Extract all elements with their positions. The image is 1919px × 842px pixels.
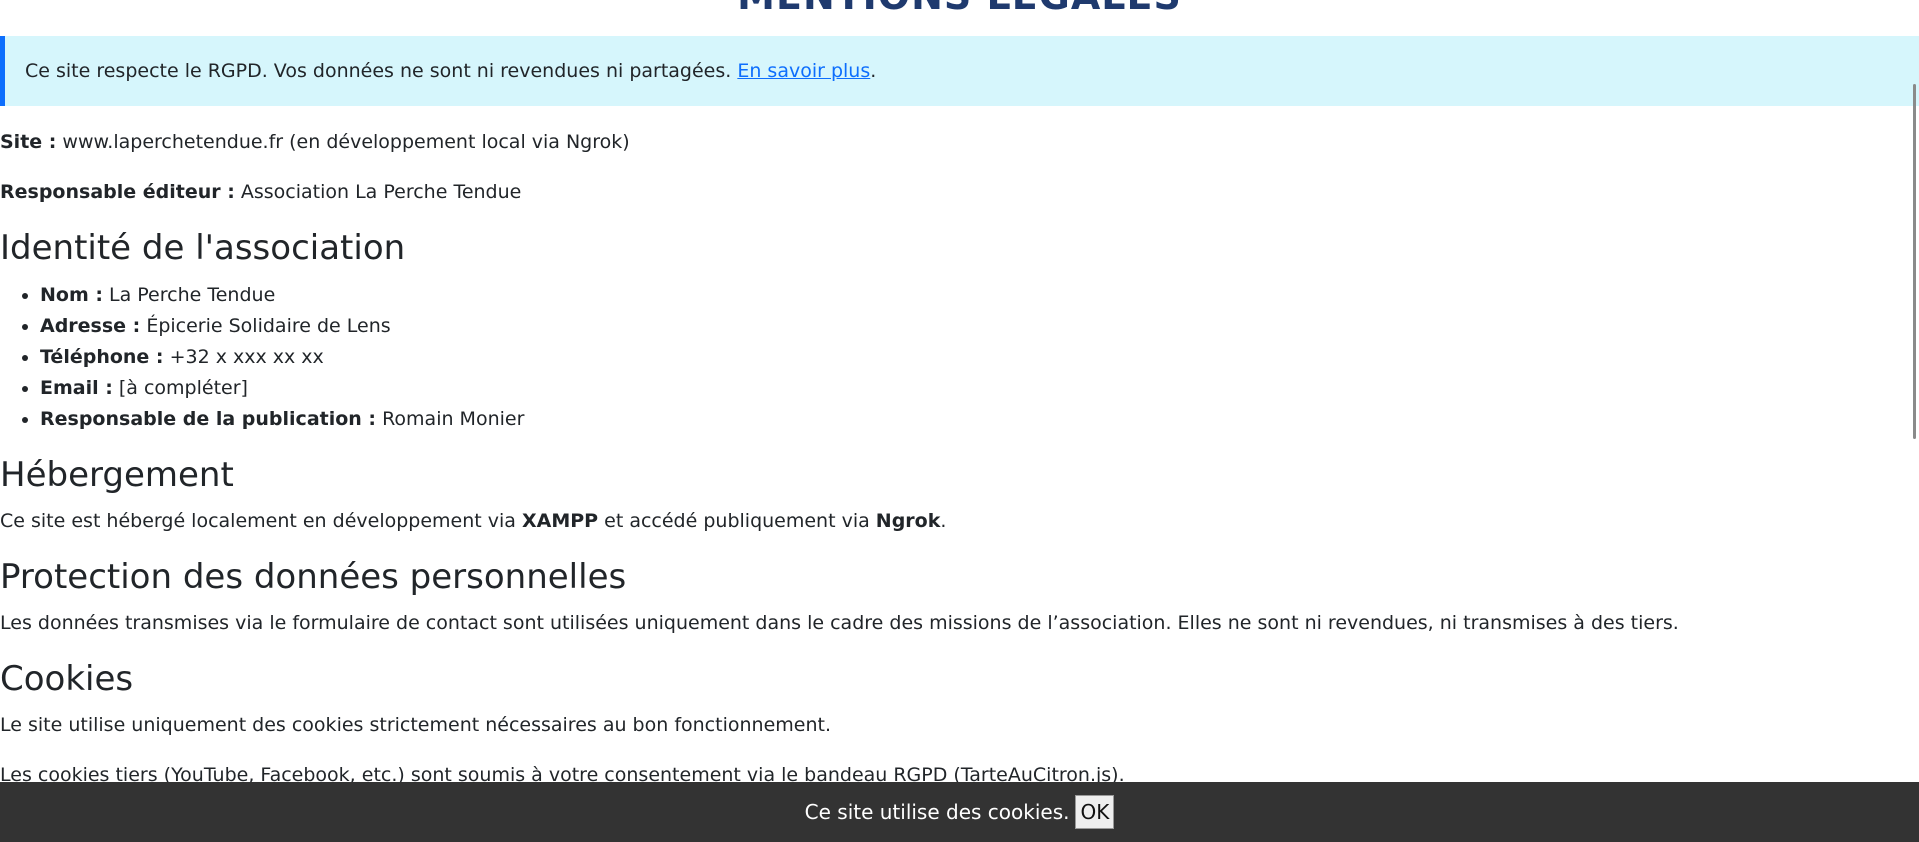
cookie-ok-button[interactable]: OK	[1075, 795, 1115, 829]
cookie-bar-text: Ce site utilise des cookies.	[804, 800, 1070, 824]
list-item-label: Nom :	[40, 284, 103, 306]
identity-heading: Identité de l'association	[0, 228, 406, 268]
rgpd-info-banner: Ce site respecte le RGPD. Vos données ne…	[0, 36, 1919, 106]
list-item-value: La Perche Tendue	[102, 284, 276, 306]
list-item-value: +32 x xxx xx xx	[163, 346, 324, 368]
rgpd-banner-suffix: .	[870, 60, 877, 82]
list-item-name: Nom : La Perche Tendue	[40, 280, 524, 311]
hosting-text-middle: et accédé publiquement via	[598, 510, 876, 532]
scrollbar-thumb[interactable]	[1913, 84, 1916, 439]
cookies-text-essential: Le site utilise uniquement des cookies s…	[0, 714, 831, 736]
list-item-phone: Téléphone : +32 x xxx xx xx	[40, 342, 524, 373]
hosting-text: Ce site est hébergé localement en dévelo…	[0, 508, 946, 534]
list-item-publisher: Responsable de la publication : Romain M…	[40, 404, 524, 435]
page-scrollbar[interactable]	[1910, 36, 1919, 842]
editor-value: Association La Perche Tendue	[234, 181, 522, 203]
list-item-label: Adresse :	[40, 315, 141, 337]
site-label: Site :	[0, 131, 57, 153]
cookies-heading: Cookies	[0, 659, 134, 699]
learn-more-link[interactable]: En savoir plus	[737, 60, 870, 82]
site-line: Site : www.laperchetendue.fr (en dévelop…	[0, 129, 630, 155]
page: MENTIONS LÉGALES Ce site respecte le RGP…	[0, 0, 1919, 842]
list-item-email: Email : [à compléter]	[40, 373, 524, 404]
rgpd-banner-text: Ce site respecte le RGPD. Vos données ne…	[25, 60, 738, 82]
list-item-label: Téléphone :	[40, 346, 164, 368]
editor-line: Responsable éditeur : Association La Per…	[0, 179, 521, 205]
list-item-label: Responsable de la publication :	[40, 408, 377, 430]
site-value: www.laperchetendue.fr (en développement …	[56, 131, 630, 153]
hosting-xampp: XAMPP	[521, 510, 599, 532]
list-item-value: Romain Monier	[376, 408, 525, 430]
list-item-value: [à compléter]	[112, 377, 248, 399]
list-item-address: Adresse : Épicerie Solidaire de Lens	[40, 311, 524, 342]
list-item-label: Email :	[40, 377, 113, 399]
identity-list: Nom : La Perche Tendue Adresse : Épiceri…	[0, 280, 524, 435]
hosting-text-before: Ce site est hébergé localement en dévelo…	[0, 510, 522, 532]
list-item-value: Épicerie Solidaire de Lens	[140, 315, 391, 337]
hosting-ngrok: Ngrok	[875, 510, 941, 532]
data-protection-heading: Protection des données personnelles	[0, 557, 627, 597]
editor-label: Responsable éditeur :	[0, 181, 235, 203]
page-title: MENTIONS LÉGALES	[0, 0, 1919, 18]
data-protection-text: Les données transmises via le formulaire…	[0, 612, 1679, 634]
hosting-text-after: .	[940, 510, 947, 532]
cookie-consent-bar: Ce site utilise des cookies. OK	[0, 782, 1919, 842]
hosting-heading: Hébergement	[0, 455, 234, 495]
